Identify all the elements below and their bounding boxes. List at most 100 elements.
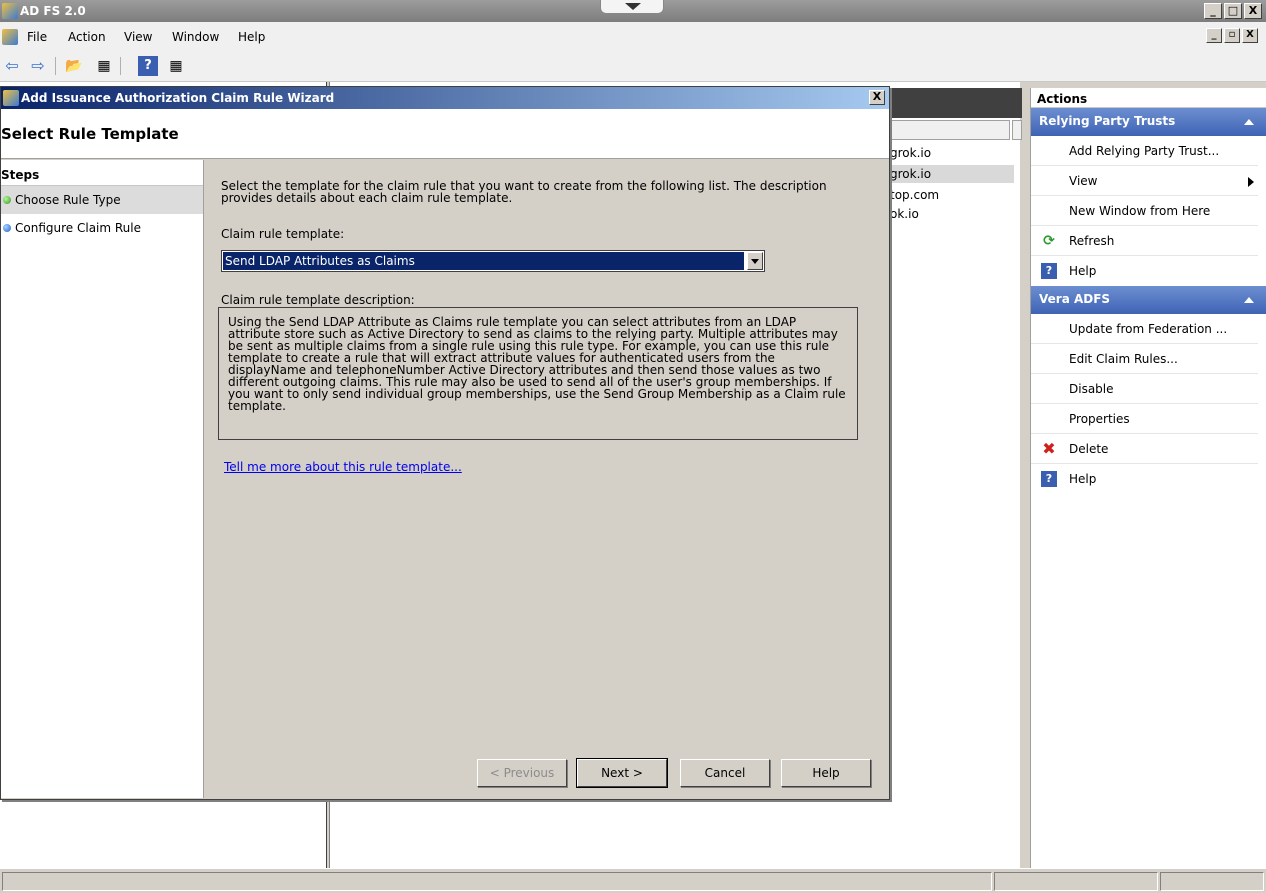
submenu-arrow-icon	[1248, 177, 1254, 187]
action-refresh[interactable]: ⟳ Refresh	[1031, 226, 1258, 256]
action-label: Properties	[1069, 412, 1130, 426]
status-cell	[2, 872, 992, 891]
action-label: Refresh	[1069, 234, 1115, 248]
action-view[interactable]: View	[1031, 166, 1258, 196]
action-help[interactable]: ? Help	[1031, 256, 1258, 286]
cancel-button[interactable]: Cancel	[680, 759, 770, 787]
list-item[interactable]: grok.io	[890, 144, 1014, 162]
actions-group-relying-party-trusts[interactable]: Relying Party Trusts	[1031, 108, 1266, 136]
claim-rule-wizard-dialog: Add Issuance Authorization Claim Rule Wi…	[0, 86, 890, 800]
wizard-header: Select Rule Template	[1, 109, 889, 159]
action-properties[interactable]: Properties	[1031, 404, 1258, 434]
pending-step-icon	[3, 224, 11, 232]
actions-title: Actions	[1031, 88, 1266, 108]
mdi-restore-button[interactable]: ▫	[1224, 28, 1240, 43]
menu-window[interactable]: Window	[172, 30, 219, 44]
claim-rule-template-select[interactable]: Send LDAP Attributes as Claims	[221, 250, 765, 272]
tell-me-more-link[interactable]: Tell me more about this rule template...	[224, 460, 462, 474]
steps-title: Steps	[1, 160, 203, 186]
step-choose-rule-type: Choose Rule Type	[1, 186, 203, 214]
actions-group-title: Vera ADFS	[1039, 292, 1111, 306]
forward-arrow-icon[interactable]: ⇨	[28, 56, 48, 76]
menu-help[interactable]: Help	[238, 30, 265, 44]
mdi-close-button[interactable]: X	[1242, 28, 1258, 43]
current-step-icon	[3, 196, 11, 204]
template-description-box: Using the Send LDAP Attribute as Claims …	[218, 307, 858, 440]
menu-view[interactable]: View	[124, 30, 152, 44]
actions-pane: Actions Relying Party Trusts Add Relying…	[1030, 88, 1266, 868]
status-cell	[994, 872, 1158, 891]
selected-template-value: Send LDAP Attributes as Claims	[223, 252, 744, 270]
step-label: Configure Claim Rule	[15, 221, 141, 235]
action-update-from-federation[interactable]: Update from Federation ...	[1031, 314, 1258, 344]
up-folder-icon[interactable]: 📂	[64, 56, 84, 76]
show-hide-action-pane-icon[interactable]: ▦	[166, 56, 186, 76]
help-button[interactable]: Help	[781, 759, 871, 787]
results-pane-header	[890, 88, 1022, 118]
wizard-title: Add Issuance Authorization Claim Rule Wi…	[21, 91, 335, 105]
page-title: Select Rule Template	[1, 125, 179, 143]
back-arrow-icon[interactable]: ⇦	[2, 56, 22, 76]
collapse-caret-icon[interactable]	[1244, 119, 1254, 125]
step-configure-claim-rule: Configure Claim Rule	[1, 214, 203, 242]
action-delete[interactable]: ✖ Delete	[1031, 434, 1258, 464]
help-icon[interactable]: ?	[138, 56, 158, 76]
show-hide-tree-icon[interactable]: ▦	[94, 56, 114, 76]
toolbar-separator	[55, 57, 56, 75]
next-button[interactable]: Next >	[576, 758, 668, 788]
action-new-window-from-here[interactable]: New Window from Here	[1031, 196, 1258, 226]
wizard-app-icon	[3, 90, 19, 106]
delete-icon: ✖	[1042, 439, 1056, 458]
status-bar	[0, 868, 1266, 893]
toolbar: ⇦ ⇨ 📂 ▦ ? ▦	[0, 52, 1266, 82]
wizard-close-button[interactable]: X	[869, 90, 885, 105]
refresh-icon: ⟳	[1043, 233, 1055, 249]
column-header[interactable]	[890, 120, 1010, 140]
list-item[interactable]: ok.io	[890, 205, 1014, 223]
template-description-label: Claim rule template description:	[221, 293, 415, 307]
minimize-button[interactable]: _	[1204, 3, 1222, 19]
action-label: Help	[1069, 264, 1097, 278]
help-icon: ?	[1041, 471, 1057, 487]
action-label: Update from Federation ...	[1069, 322, 1228, 336]
action-disable[interactable]: Disable	[1031, 374, 1258, 404]
wizard-titlebar[interactable]: Add Issuance Authorization Claim Rule Wi…	[1, 87, 889, 109]
actions-group-vera-adfs[interactable]: Vera ADFS	[1031, 286, 1266, 314]
menu-action[interactable]: Action	[68, 30, 106, 44]
action-help[interactable]: ? Help	[1031, 464, 1258, 494]
action-label: Add Relying Party Trust...	[1069, 144, 1220, 158]
previous-button[interactable]: < Previous	[477, 759, 567, 787]
wizard-instructions: Select the template for the claim rule t…	[221, 179, 827, 205]
action-label: Delete	[1069, 442, 1109, 456]
menu-bar: File Action View Window Help _ ▫ X	[0, 22, 1266, 52]
column-header[interactable]	[1012, 120, 1022, 140]
action-add-relying-party-trust[interactable]: Add Relying Party Trust...	[1031, 136, 1258, 166]
step-label: Choose Rule Type	[15, 193, 121, 207]
list-item[interactable]: grok.io	[890, 165, 1014, 183]
help-icon: ?	[1041, 263, 1057, 279]
close-button[interactable]: X	[1244, 3, 1262, 19]
mmc-system-menu-icon[interactable]	[2, 29, 18, 45]
maximize-button[interactable]: □	[1224, 3, 1242, 19]
actions-splitter[interactable]	[1022, 82, 1028, 868]
action-label: View	[1069, 174, 1098, 188]
wizard-steps-pane: Steps Choose Rule Type Configure Claim R…	[1, 160, 204, 798]
status-cell	[1160, 872, 1264, 891]
action-label: New Window from Here	[1069, 204, 1211, 218]
action-label: Edit Claim Rules...	[1069, 352, 1178, 366]
menu-file[interactable]: File	[27, 30, 47, 44]
app-title: AD FS 2.0	[20, 4, 86, 18]
action-edit-claim-rules[interactable]: Edit Claim Rules...	[1031, 344, 1258, 374]
adfs-app-icon	[2, 3, 18, 19]
mdi-minimize-button[interactable]: _	[1206, 28, 1222, 43]
action-label: Help	[1069, 472, 1097, 486]
actions-group-title: Relying Party Trusts	[1039, 114, 1176, 128]
app-titlebar: AD FS 2.0 _ □ X	[0, 0, 1266, 22]
wizard-button-bar: < Previous Next > Cancel Help	[205, 687, 889, 798]
list-item[interactable]: top.com	[890, 186, 1014, 204]
collapse-caret-icon[interactable]	[1244, 297, 1254, 303]
toolbar-separator	[120, 57, 121, 75]
remote-session-dropdown-icon[interactable]	[600, 0, 664, 14]
claim-rule-template-label: Claim rule template:	[221, 227, 345, 241]
chevron-down-icon[interactable]	[747, 252, 763, 270]
